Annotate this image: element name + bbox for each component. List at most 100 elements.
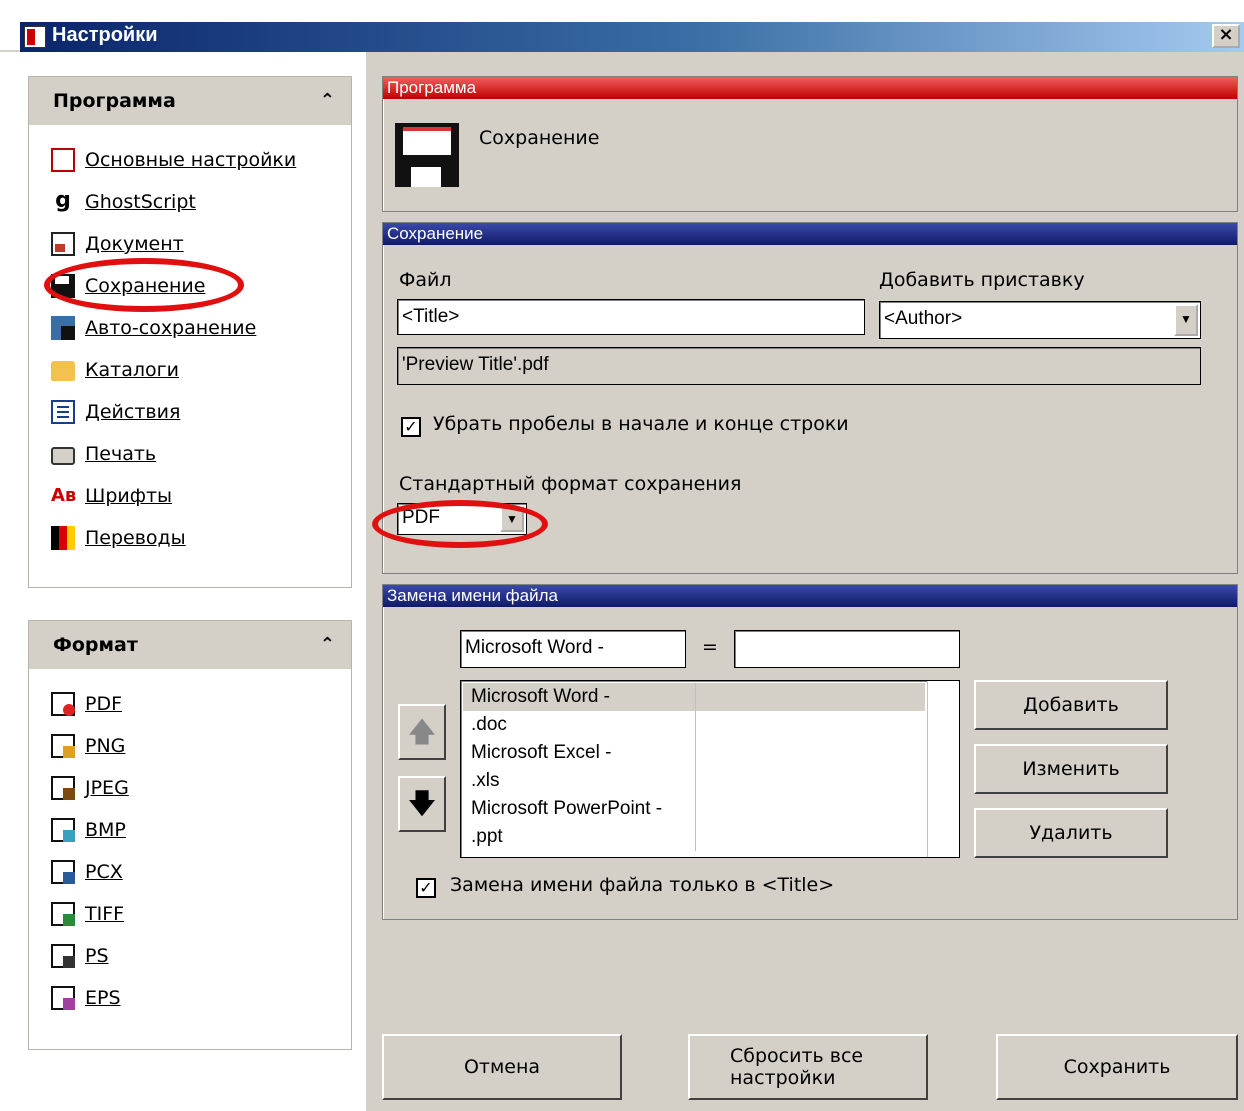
sidebar-item-document[interactable]: Документ bbox=[51, 229, 184, 259]
sidebar-item-label: EPS bbox=[85, 987, 121, 1009]
sidebar-item-label: Сохранение bbox=[85, 275, 206, 297]
collapse-chevron-icon[interactable]: ⌃ bbox=[320, 77, 335, 125]
list-item[interactable]: Microsoft Word - bbox=[463, 683, 925, 711]
sidebar-item-eps[interactable]: EPS bbox=[51, 983, 121, 1013]
sidebar-item-bmp[interactable]: BMP bbox=[51, 815, 126, 845]
file-label: Файл bbox=[399, 269, 452, 291]
sidebar-item-label: Каталоги bbox=[85, 359, 179, 381]
actions-list-icon bbox=[51, 400, 75, 424]
delete-button[interactable]: Удалить bbox=[974, 808, 1168, 858]
arrow-up-icon: 🡅 bbox=[407, 715, 437, 748]
reset-settings-button[interactable]: Сбросить все настройки bbox=[688, 1034, 928, 1100]
sidebar-item-label: TIFF bbox=[85, 903, 125, 925]
floppy-disk-icon bbox=[395, 123, 459, 187]
save-group: Сохранение Файл Добавить приставку <Titl… bbox=[382, 222, 1238, 574]
list-item-from: .doc bbox=[471, 714, 507, 735]
format-section-header[interactable]: Формат ⌃ bbox=[29, 621, 351, 669]
translations-flag-icon bbox=[51, 526, 75, 550]
sidebar-item-label: Действия bbox=[85, 401, 181, 423]
sidebar-item-tiff[interactable]: TIFF bbox=[51, 899, 124, 929]
title-only-checkbox[interactable]: ✓ bbox=[416, 878, 436, 898]
ps-icon bbox=[51, 944, 75, 968]
pdf-icon bbox=[51, 692, 75, 716]
default-format-label: Стандартный формат сохранения bbox=[399, 473, 742, 495]
search-text-input[interactable]: Microsoft Word - bbox=[460, 630, 686, 668]
list-item[interactable]: .xls bbox=[463, 767, 925, 795]
list-item-to bbox=[695, 767, 925, 795]
program-section-title: Программа bbox=[53, 90, 176, 112]
list-item-to bbox=[695, 739, 925, 767]
filename-replace-header: Замена имени файла bbox=[383, 585, 1237, 607]
sidebar-item-ps[interactable]: PS bbox=[51, 941, 109, 971]
chevron-down-icon[interactable]: ▼ bbox=[500, 506, 524, 532]
sidebar-item-label: Печать bbox=[85, 443, 157, 465]
chevron-down-icon[interactable]: ▼ bbox=[1174, 304, 1198, 336]
folder-icon bbox=[51, 361, 75, 381]
replace-list[interactable]: Microsoft Word - .doc Microsoft Excel - … bbox=[460, 680, 960, 858]
sidebar-item-png[interactable]: PNG bbox=[51, 731, 125, 761]
sidebar-item-ghostscript[interactable]: g GhostScript bbox=[51, 187, 196, 217]
title-bar bbox=[0, 0, 1244, 52]
cancel-button[interactable]: Отмена bbox=[382, 1034, 622, 1100]
png-icon bbox=[51, 734, 75, 758]
list-item-to bbox=[695, 711, 925, 739]
file-name-input[interactable]: <Title> bbox=[397, 299, 865, 335]
program-section-header[interactable]: Программа ⌃ bbox=[29, 77, 351, 125]
prefix-select-value: <Author> bbox=[884, 308, 963, 329]
eps-icon bbox=[51, 986, 75, 1010]
list-item-to bbox=[695, 795, 925, 823]
arrow-down-icon: 🡇 bbox=[407, 787, 437, 820]
trim-spaces-checkbox[interactable]: ✓ bbox=[401, 417, 421, 437]
settings-doc-icon bbox=[51, 148, 75, 172]
document-icon bbox=[51, 232, 75, 256]
sidebar-item-pcx[interactable]: PCX bbox=[51, 857, 123, 887]
list-item[interactable]: Microsoft Excel - bbox=[463, 739, 925, 767]
list-item[interactable]: Microsoft PowerPoint - bbox=[463, 795, 925, 823]
add-button[interactable]: Добавить bbox=[974, 680, 1168, 730]
save-button[interactable]: Сохранить bbox=[996, 1034, 1238, 1100]
default-format-value: PDF bbox=[402, 507, 440, 528]
sidebar-item-label: Переводы bbox=[85, 527, 186, 549]
printer-icon bbox=[51, 447, 75, 465]
sidebar-item-print[interactable]: Печать bbox=[51, 439, 156, 469]
left-panel: Программа ⌃ Основные настройки g GhostSc… bbox=[20, 52, 366, 1111]
sidebar-item-fonts[interactable]: Aв Шрифты bbox=[51, 481, 172, 511]
autosave-icon bbox=[51, 316, 75, 340]
collapse-chevron-icon[interactable]: ⌃ bbox=[320, 621, 335, 669]
sidebar-item-label: Авто-сохранение bbox=[85, 317, 257, 339]
list-item-to bbox=[695, 683, 925, 711]
current-section-title: Сохранение bbox=[479, 127, 600, 149]
sidebar-item-save[interactable]: Сохранение bbox=[51, 271, 205, 301]
list-item[interactable]: .doc bbox=[463, 711, 925, 739]
sidebar-item-actions[interactable]: Действия bbox=[51, 397, 180, 427]
move-up-button[interactable]: 🡅 bbox=[398, 704, 446, 760]
sidebar-item-label: Шрифты bbox=[85, 485, 173, 507]
sidebar-item-pdf[interactable]: PDF bbox=[51, 689, 122, 719]
sidebar-item-translations[interactable]: Переводы bbox=[51, 523, 186, 553]
sidebar-item-main-settings[interactable]: Основные настройки bbox=[51, 145, 296, 175]
equals-sign: = bbox=[702, 636, 718, 658]
sidebar-item-label: Основные настройки bbox=[85, 149, 297, 171]
sidebar-item-label: Документ bbox=[85, 233, 184, 255]
sidebar-item-folders[interactable]: Каталоги bbox=[51, 355, 179, 385]
program-group-header: Программа bbox=[383, 77, 1237, 99]
list-item[interactable]: .ppt bbox=[463, 823, 925, 851]
tiff-icon bbox=[51, 902, 75, 926]
sidebar-item-jpeg[interactable]: JPEG bbox=[51, 773, 129, 803]
trim-spaces-label: Убрать пробелы в начале и конце строки bbox=[433, 413, 849, 435]
list-item-to bbox=[695, 823, 925, 851]
default-format-select[interactable]: PDF ▼ bbox=[397, 503, 527, 535]
replace-text-input[interactable] bbox=[734, 630, 960, 668]
close-button[interactable]: × bbox=[1212, 24, 1240, 48]
edit-button[interactable]: Изменить bbox=[974, 744, 1168, 794]
list-item-from: .ppt bbox=[471, 826, 503, 847]
title-only-label: Замена имени файла только в <Title> bbox=[450, 874, 835, 896]
move-down-button[interactable]: 🡇 bbox=[398, 776, 446, 832]
prefix-select[interactable]: <Author> ▼ bbox=[879, 301, 1201, 339]
program-section: Программа ⌃ Основные настройки g GhostSc… bbox=[28, 76, 352, 588]
window-title: Настройки bbox=[52, 24, 158, 46]
ghostscript-icon: g bbox=[55, 188, 71, 213]
prefix-label: Добавить приставку bbox=[879, 269, 1085, 291]
list-item-from: Microsoft Word - bbox=[471, 686, 611, 707]
sidebar-item-autosave[interactable]: Авто-сохранение bbox=[51, 313, 256, 343]
